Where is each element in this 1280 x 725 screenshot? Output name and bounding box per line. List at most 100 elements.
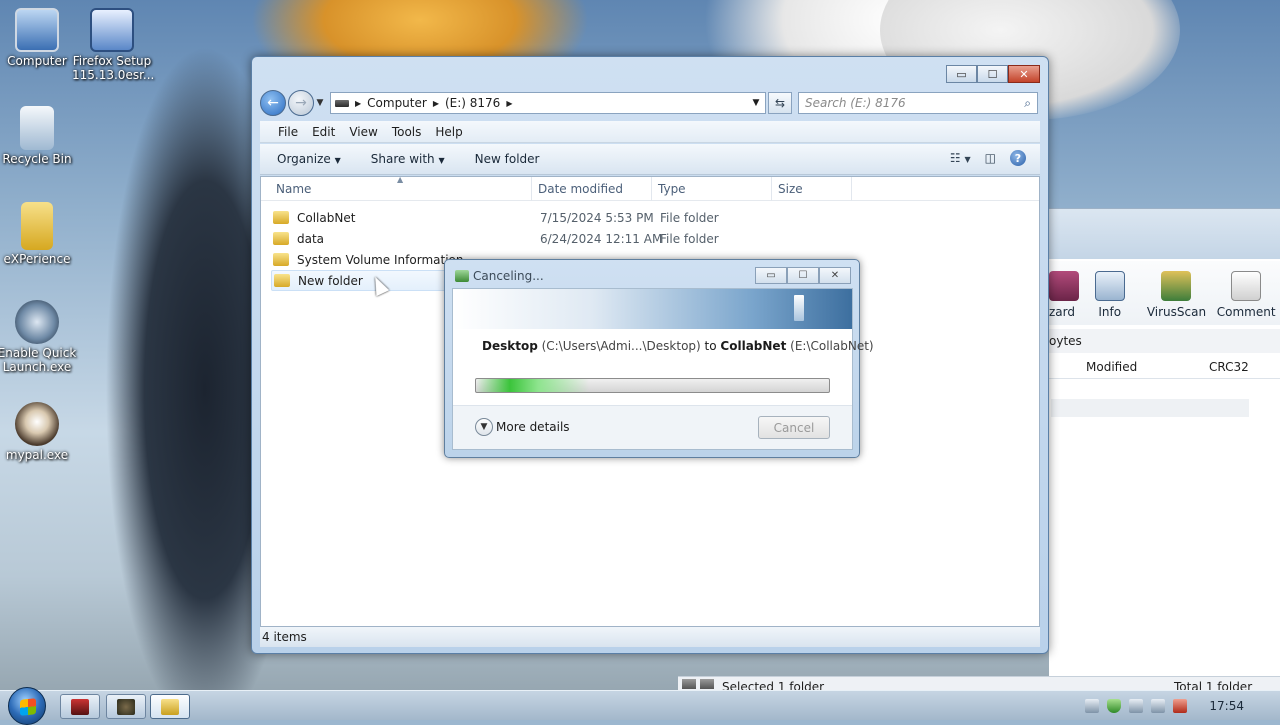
menu-file[interactable]: File [278,125,298,139]
view-controls: ☷ ▼ ◫ ? [950,150,1026,166]
taskbar-app-archiver[interactable] [60,694,100,719]
taskbar-app-mypal[interactable] [106,694,146,719]
destination-path: (E:\CollabNet) [790,339,874,353]
virusscan-button[interactable]: VirusScan [1141,271,1213,319]
status-folder-icon [682,679,696,689]
virusscan-icon [1161,271,1192,301]
dialog-title: Canceling... [473,269,544,283]
source-name: Desktop [482,339,538,353]
progress-bar [475,378,830,393]
desktop-icon-experience[interactable]: eXPerience [0,202,77,266]
chevron-down-icon: ▼ [334,156,341,165]
info-button[interactable]: Info [1079,271,1141,319]
column-spacer [851,177,858,201]
breadcrumb-computer[interactable]: Computer [367,96,427,110]
address-dropdown-icon[interactable]: ▼ [747,98,765,108]
breadcrumb-drive[interactable]: (E:) 8176 [445,96,500,110]
preview-pane-icon[interactable]: ◫ [985,151,996,165]
change-view-icon[interactable]: ☷ ▼ [950,151,971,165]
maximize-button[interactable]: ☐ [977,65,1008,83]
bg-toolbar: zard Info VirusScan Comment [1049,261,1280,325]
file-operation-dialog[interactable]: Canceling... ▭ ☐ ✕ Desktop (C:\Users\Adm… [444,259,874,458]
new-folder-button[interactable]: New folder [475,152,540,166]
column-type[interactable]: Type [651,177,686,201]
column-date-modified[interactable]: Date modified [531,177,623,201]
item-count: 4 items [262,630,307,644]
column-modified[interactable]: Modified [1086,360,1137,374]
more-details-toggle[interactable]: More details [496,420,570,434]
file-type: File folder [660,231,719,246]
comment-label: Comment [1216,305,1276,319]
folder-icon [273,253,289,266]
wizard-icon [1049,271,1079,301]
menu-view[interactable]: View [349,125,377,139]
organize-label: Organize [277,152,331,166]
dialog-maximize-button[interactable]: ☐ [787,267,819,284]
dialog-minimize-button[interactable]: ▭ [755,267,787,284]
folder-icon [273,232,289,245]
wizard-button[interactable]: zard [1049,271,1079,319]
clock[interactable]: 17:54 [1209,699,1244,713]
mypal-icon [15,402,59,446]
navigation-bar: ← → ▼ ▶ Computer ▶ (E:) 8176 ▶ ▼ ⇆ Searc… [260,90,1040,116]
search-icon[interactable]: ⌕ [1024,96,1031,111]
desktop-icon-mypal[interactable]: mypal.exe [0,402,77,462]
refresh-icon: ⇆ [774,96,786,110]
tray-network-icon[interactable] [1151,699,1166,713]
wizard-label: zard [1049,305,1075,319]
sort-up-icon: ▲ [397,175,404,184]
background-archiver-window[interactable]: zard Info VirusScan Comment oytes Modifi… [1049,208,1280,690]
back-button[interactable]: ← [260,90,286,116]
chevron-right-icon[interactable]: ▶ [433,99,439,108]
desktop-icon-computer[interactable]: Computer [0,8,77,68]
desktop-icon-enable-quick-launch[interactable]: Enable Quick Launch.exe [0,300,77,374]
file-type: File folder [660,210,719,225]
forward-button[interactable]: → [288,90,314,116]
menu-edit[interactable]: Edit [312,125,335,139]
column-size[interactable]: Size [771,177,803,201]
address-bar[interactable]: ▶ Computer ▶ (E:) 8176 ▶ ▼ [330,92,766,114]
menu-tools[interactable]: Tools [392,125,422,139]
tray-volume-muted-icon[interactable] [1173,699,1188,713]
file-row-collabnet[interactable]: CollabNet 7/15/2024 5:53 PM File folder [273,207,1039,228]
cancel-button[interactable]: Cancel [758,416,830,439]
desktop-icon-firefox-setup[interactable]: Firefox Setup 115.13.0esr... [72,8,154,82]
source-path: (C:\Users\Admi...\Desktop) [541,339,701,353]
chevron-right-icon[interactable]: ▶ [506,99,512,108]
progress-banner [453,289,852,329]
share-with-button[interactable]: Share with ▼ [371,152,445,166]
tray-flag-icon[interactable] [1129,699,1144,713]
comment-button[interactable]: Comment [1212,271,1280,319]
desktop-icon-recycle-bin[interactable]: Recycle Bin [0,106,77,166]
system-tray: 17:54 [1085,691,1280,721]
start-button[interactable] [8,687,46,725]
archiver-icon [71,699,89,715]
comment-icon [1231,271,1262,301]
dialog-close-button[interactable]: ✕ [819,267,851,284]
taskbar-app-explorer[interactable] [150,694,190,719]
chevron-right-icon[interactable]: ▶ [355,99,361,108]
flag-icon [794,295,804,321]
progress-fill [476,379,589,392]
column-crc32[interactable]: CRC32 [1209,360,1249,374]
organize-button[interactable]: Organize ▼ [277,152,341,166]
copy-icon [455,270,469,282]
close-button[interactable]: ✕ [1008,65,1040,83]
bg-selected-row[interactable] [1051,399,1249,417]
file-name: CollabNet [297,210,356,225]
column-name[interactable]: Name [276,182,311,196]
to-word: to [704,339,717,353]
search-input[interactable]: Search (E:) 8176 ⌕ [798,92,1038,114]
folder-icon [273,211,289,224]
tray-shield-icon[interactable] [1107,699,1122,713]
search-placeholder: Search (E:) 8176 [805,96,906,110]
refresh-button[interactable]: ⇆ [768,92,792,114]
chevron-down-icon[interactable]: ▼ [475,418,493,436]
taskbar: 17:54 [0,687,1280,725]
minimize-button[interactable]: ▭ [946,65,977,83]
tray-device-icon[interactable] [1085,699,1100,713]
file-row-data[interactable]: data 6/24/2024 12:11 AM File folder [273,228,1039,249]
help-icon[interactable]: ? [1010,150,1026,166]
recent-pages-dropdown[interactable]: ▼ [314,98,326,108]
menu-help[interactable]: Help [435,125,462,139]
